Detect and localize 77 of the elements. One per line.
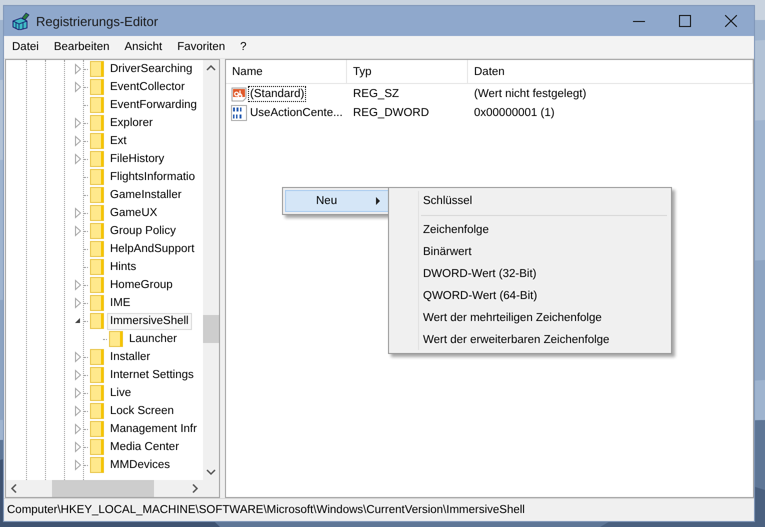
close-icon [725,15,737,27]
folder-icon [109,331,123,347]
table-cell-text: (Wert nicht festgelegt) [473,88,588,100]
menu-bar-item[interactable]: Ansicht [117,41,170,53]
tree-item[interactable]: Lock Screen [107,402,177,420]
folder-icon [90,205,104,221]
menu-item[interactable]: Neu [285,190,391,212]
folder-icon [90,403,104,419]
tree-item[interactable]: Media Center [107,438,182,456]
folder-icon [90,349,104,365]
scrollbar-thumb[interactable] [52,480,154,497]
tree-item[interactable]: GameUX [107,204,160,222]
folder-icon [90,439,104,455]
tree-item[interactable]: Installer [107,348,154,366]
menu-item[interactable]: QWORD-Wert (64-Bit) [389,285,671,307]
folder-icon [90,223,104,239]
tree-item[interactable]: Hints [107,258,140,276]
status-bar: Computer\HKEY_LOCAL_MACHINE\SOFTWARE\Microsoft\Windows\CurrentVersion\ImmersiveShell [4,498,754,521]
menu-item[interactable]: Zeichenfolge [389,219,671,241]
folder-icon [90,187,104,203]
folder-icon [90,385,104,401]
registry-cubes-icon [12,12,30,30]
folder-icon [90,367,104,383]
folder-icon [90,97,104,113]
folder-icon [90,259,104,275]
folder-icon [90,79,104,95]
folder-icon [90,115,104,131]
tree-item[interactable]: Launcher [126,330,180,348]
folder-icon [90,169,104,185]
tree-item[interactable]: EventForwarding [107,96,200,114]
tree-item[interactable]: GameInstaller [107,186,185,204]
menu-item[interactable]: Binärwert [389,241,671,263]
column-header[interactable]: Daten [468,60,753,83]
tree-item[interactable]: Explorer [107,114,156,132]
tree-item[interactable]: MMDevices [107,456,174,474]
tree-item[interactable]: FlightsInformatio [107,168,198,186]
folder-icon [90,241,104,257]
tree-item[interactable]: Internet Settings [107,366,197,384]
string-value-icon [231,86,247,102]
table-cell[interactable]: UseActionCente... [248,104,345,120]
table-cell-text: REG_SZ [352,88,400,100]
folder-icon [90,457,104,473]
folder-icon [90,277,104,293]
folder-icon [90,133,104,149]
binary-value-icon [231,104,247,120]
column-header[interactable]: Typ [347,60,468,83]
folder-icon [90,421,104,437]
menu-bar-item[interactable]: Datei [5,41,46,53]
menu-item[interactable]: DWORD-Wert (32-Bit) [389,263,671,285]
menu-item[interactable]: Wert der erweiterbaren Zeichenfolge [389,329,671,351]
table-cell-text: REG_DWORD [352,106,430,118]
tree-item[interactable]: DriverSearching [107,60,196,78]
tree-item[interactable]: IME [107,294,134,312]
folder-icon [90,61,104,77]
menu-bar-item[interactable]: ? [233,41,254,53]
tree-item[interactable]: ImmersiveShell [107,312,192,330]
tree-item[interactable]: Live [107,384,134,402]
folder-icon [90,313,104,329]
folder-icon [90,151,104,167]
column-header[interactable]: Name [226,60,347,83]
tree-item[interactable]: HomeGroup [107,276,176,294]
tree-item[interactable]: Management Infr [107,420,200,438]
menu-bar-item[interactable]: Bearbeiten [46,41,116,53]
tree-item[interactable]: FileHistory [107,150,168,168]
menu-item[interactable]: Schlüssel [389,190,671,212]
table-cell-text: 0x00000001 (1) [473,106,556,118]
menu-item[interactable]: Wert der mehrteiligen Zeichenfolge [389,307,671,329]
maximize-icon [679,15,691,27]
menu-bar-item[interactable]: Favoriten [170,41,232,53]
window-title: Registrierungs-Editor [36,14,158,28]
folder-icon [90,295,104,311]
table-cell[interactable]: (Standard) [248,86,306,102]
tree-item[interactable]: HelpAndSupport [107,240,198,258]
tree-item[interactable]: Ext [107,132,130,150]
tree-item[interactable]: EventCollector [107,78,188,96]
scrollbar-thumb[interactable] [203,315,219,343]
tree-item[interactable]: Group Policy [107,222,179,240]
